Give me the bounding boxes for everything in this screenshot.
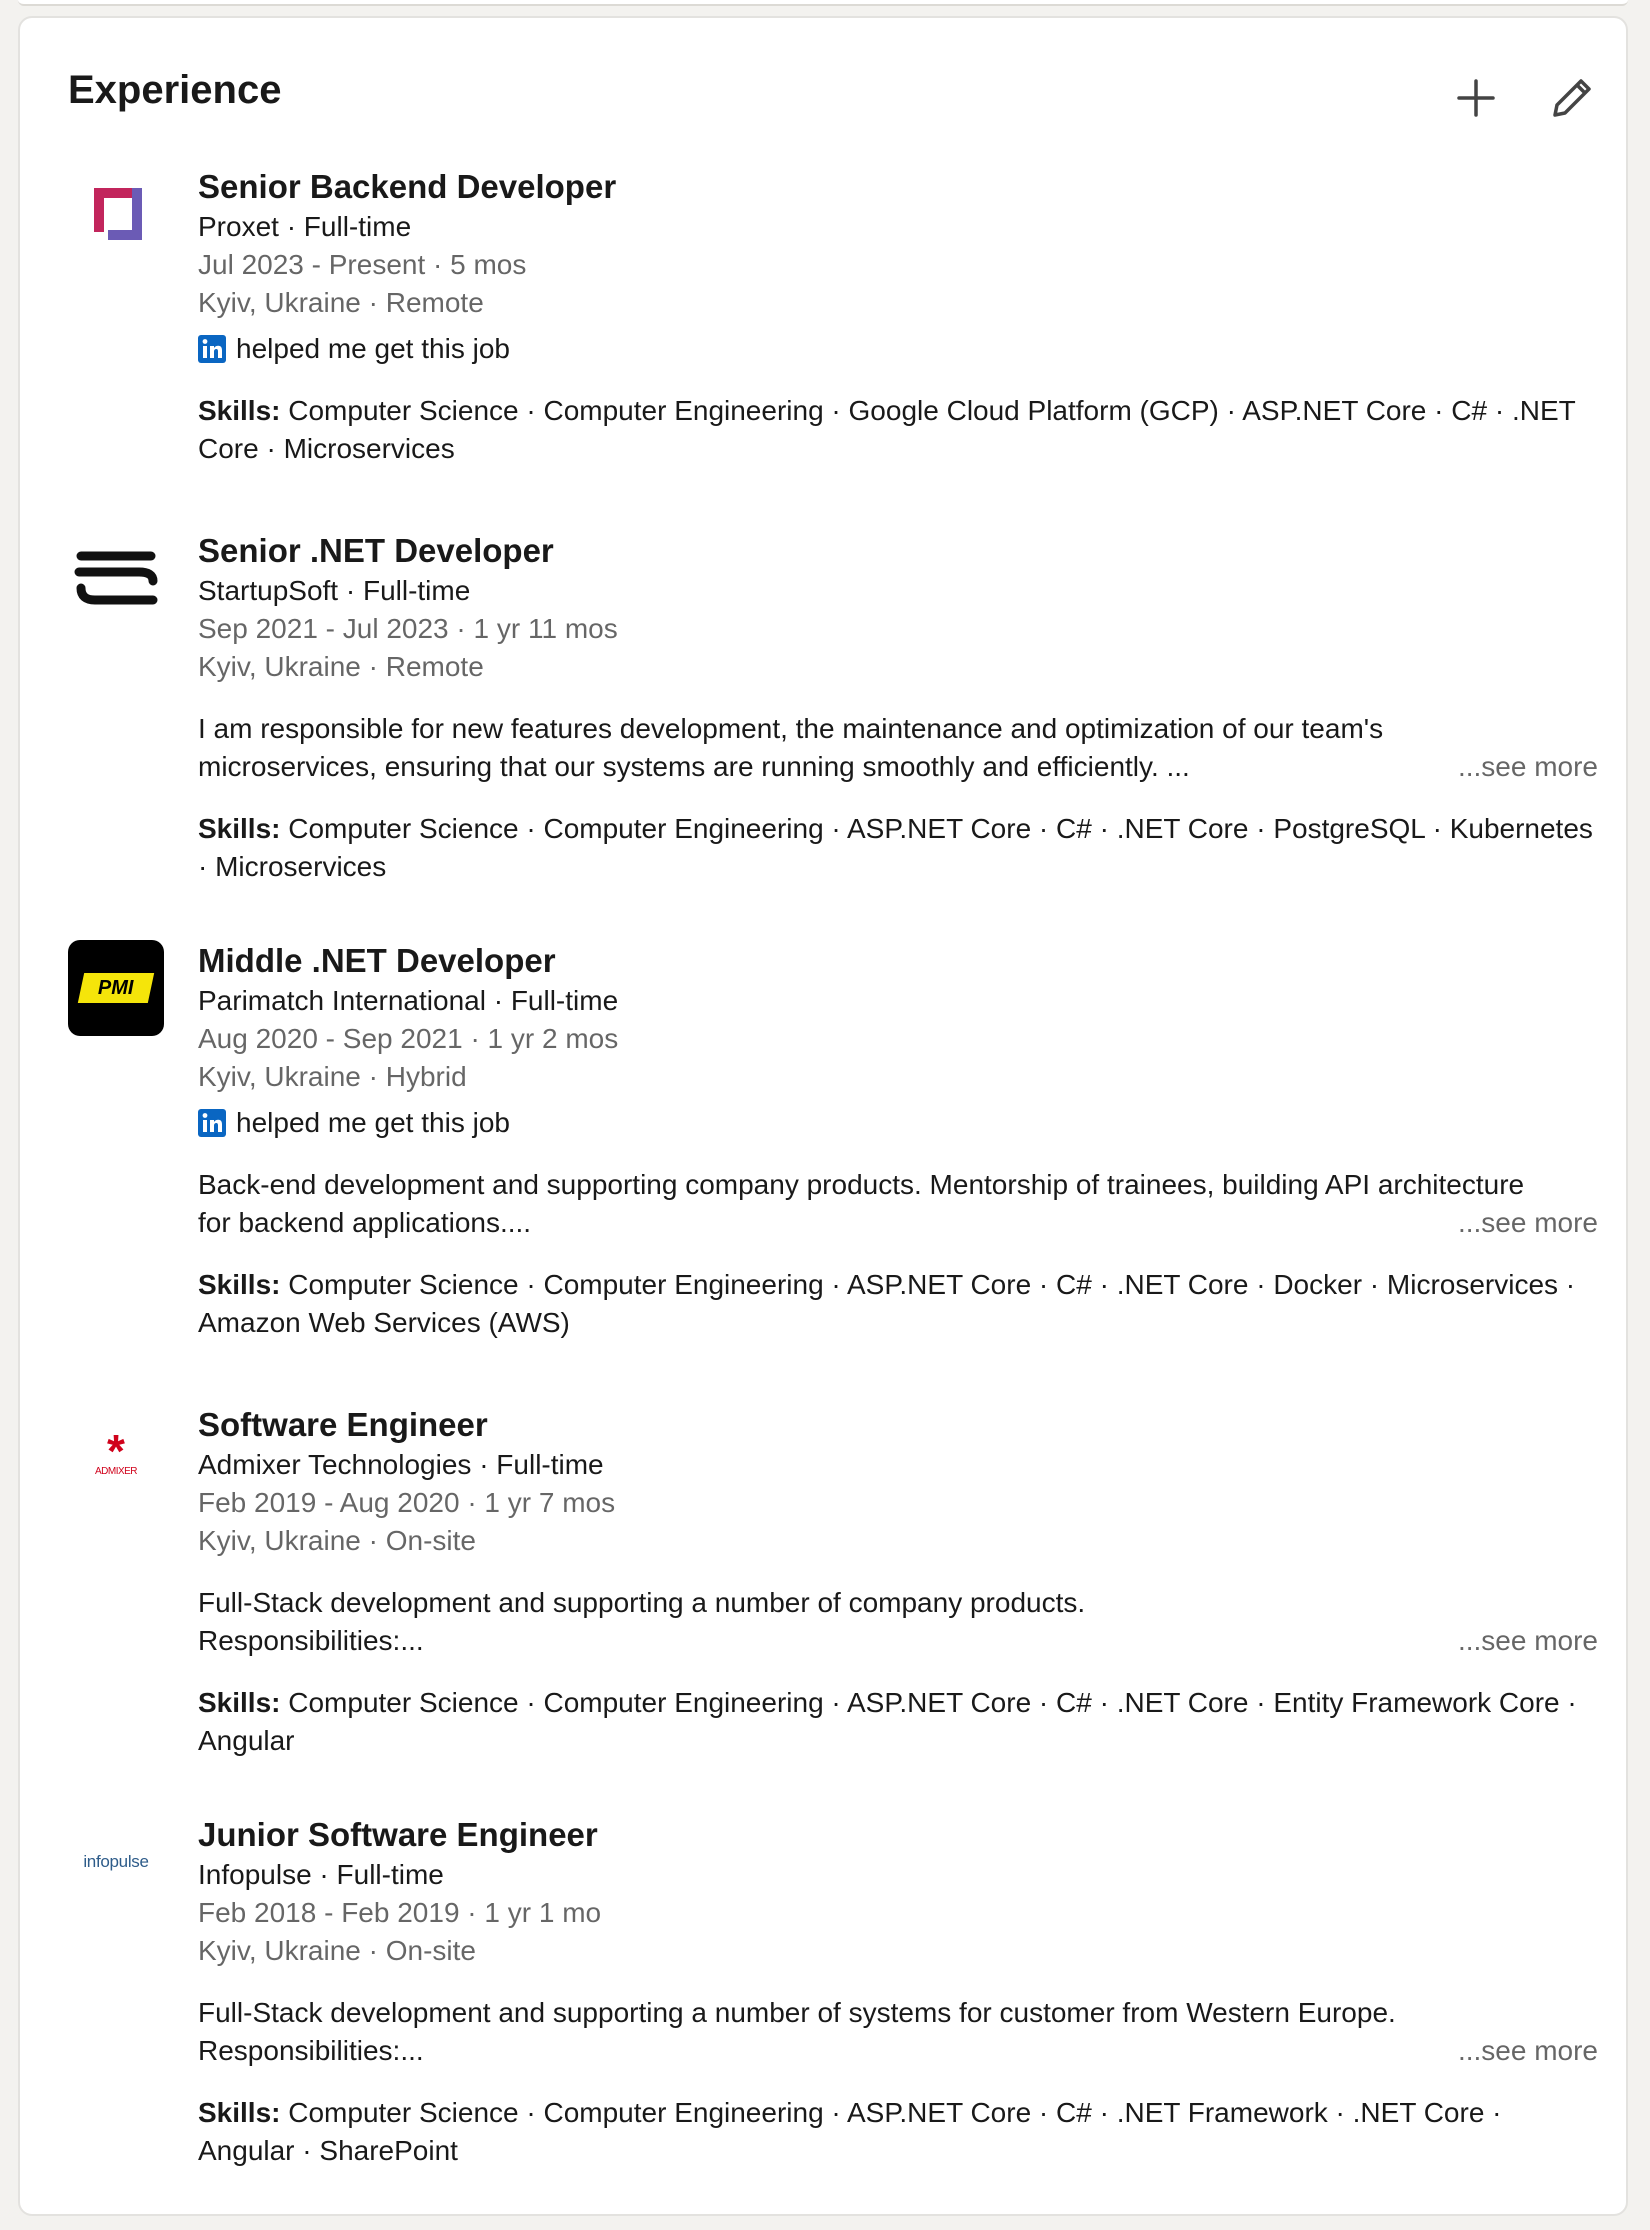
job-location: Kyiv, Ukraine · On-site xyxy=(198,1935,476,1966)
skills-text: Computer Science · Computer Engineering … xyxy=(198,813,1593,882)
edit-experience-button[interactable] xyxy=(1534,60,1610,136)
skills-text: Computer Science · Computer Engineering … xyxy=(198,1687,1577,1756)
company-name: Proxet · Full-time xyxy=(198,211,412,242)
helped-get-job: helped me get this job xyxy=(198,330,1598,368)
employment-dates: Jul 2023 - Present · 5 mos xyxy=(198,249,527,280)
skills-list: Skills: Computer Science · Computer Engi… xyxy=(198,392,1598,468)
description-line: I am responsible for new features develo… xyxy=(198,713,1384,744)
description-line: Responsibilities:... xyxy=(198,1625,424,1656)
helped-text: helped me get this job xyxy=(236,333,510,364)
infopulse-logo[interactable]: infopulse xyxy=(68,1814,164,1910)
description-line: Back-end development and supporting comp… xyxy=(198,1169,1525,1200)
startupsoft-logo-icon xyxy=(74,551,158,605)
startupsoft-logo[interactable] xyxy=(68,530,164,626)
asterisk-icon: * xyxy=(107,1424,125,1477)
see-more-button[interactable]: ...see more xyxy=(1458,1622,1598,1660)
employment-dates: Feb 2019 - Aug 2020 · 1 yr 7 mos xyxy=(198,1487,616,1518)
admixer-logo[interactable]: * ADMIXER xyxy=(68,1404,164,1500)
section-title: Experience xyxy=(68,68,282,112)
linkedin-icon xyxy=(198,1109,226,1137)
skills-label: Skills: xyxy=(198,395,281,426)
job-title[interactable]: Senior .NET Developer xyxy=(198,530,1598,572)
skills-label: Skills: xyxy=(198,2097,281,2128)
job-location: Kyiv, Ukraine · On-site xyxy=(198,1525,476,1556)
infopulse-logo-text: infopulse xyxy=(83,1852,149,1871)
skills-label: Skills: xyxy=(198,1269,281,1300)
proxet-logo[interactable] xyxy=(68,166,164,262)
description-line: Full-Stack development and supporting a … xyxy=(198,1587,1086,1618)
description-line: Full-Stack development and supporting a … xyxy=(198,1997,1396,2028)
job-location: Kyiv, Ukraine · Remote xyxy=(198,651,484,682)
job-description: Full-Stack development and supporting a … xyxy=(198,1584,1598,1660)
pmi-logo-text: PMI xyxy=(98,976,134,999)
job-location: Kyiv, Ukraine · Hybrid xyxy=(198,1061,467,1092)
see-more-button[interactable]: ...see more xyxy=(1458,2032,1598,2070)
company-name: Admixer Technologies · Full-time xyxy=(198,1449,604,1480)
employment-dates: Aug 2020 - Sep 2021 · 1 yr 2 mos xyxy=(198,1023,619,1054)
company-name: StartupSoft · Full-time xyxy=(198,575,471,606)
skills-list: Skills: Computer Science · Computer Engi… xyxy=(198,1684,1598,1760)
pencil-icon xyxy=(1553,79,1591,117)
job-location: Kyiv, Ukraine · Remote xyxy=(198,287,484,318)
skills-label: Skills: xyxy=(198,813,281,844)
plus-icon xyxy=(1457,79,1495,117)
company-name: Parimatch International · Full-time xyxy=(198,985,619,1016)
job-description: Back-end development and supporting comp… xyxy=(198,1166,1598,1242)
skills-text: Computer Science · Computer Engineering … xyxy=(198,395,1576,464)
linkedin-icon xyxy=(198,335,226,363)
add-experience-button[interactable] xyxy=(1438,60,1514,136)
company-name: Infopulse · Full-time xyxy=(198,1859,444,1890)
job-description: Full-Stack development and supporting a … xyxy=(198,1994,1598,2070)
job-title[interactable]: Junior Software Engineer xyxy=(198,1814,1598,1856)
job-title[interactable]: Middle .NET Developer xyxy=(198,940,1598,982)
skills-label: Skills: xyxy=(198,1687,281,1718)
previous-card-edge xyxy=(18,0,1628,6)
employment-dates: Sep 2021 - Jul 2023 · 1 yr 11 mos xyxy=(198,613,618,644)
description-line: Responsibilities:... xyxy=(198,2035,424,2066)
skills-list: Skills: Computer Science · Computer Engi… xyxy=(198,2094,1598,2170)
see-more-button[interactable]: ...see more xyxy=(1458,748,1598,786)
see-more-button[interactable]: ...see more xyxy=(1458,1204,1598,1242)
skills-list: Skills: Computer Science · Computer Engi… xyxy=(198,810,1598,886)
employment-dates: Feb 2018 - Feb 2019 · 1 yr 1 mo xyxy=(198,1897,602,1928)
skills-list: Skills: Computer Science · Computer Engi… xyxy=(198,1266,1598,1342)
experience-card: Experience Senior Backend Developer Prox… xyxy=(18,16,1628,2216)
description-line: for backend applications.... xyxy=(198,1207,532,1238)
admixer-logo-text: ADMIXER xyxy=(94,1465,138,1477)
job-title[interactable]: Software Engineer xyxy=(198,1404,1598,1446)
skills-text: Computer Science · Computer Engineering … xyxy=(198,1269,1576,1338)
skills-text: Computer Science · Computer Engineering … xyxy=(198,2097,1502,2166)
job-description: I am responsible for new features develo… xyxy=(198,710,1598,786)
job-title[interactable]: Senior Backend Developer xyxy=(198,166,1598,208)
pmi-logo[interactable]: PMI xyxy=(68,940,164,1036)
helped-get-job: helped me get this job xyxy=(198,1104,1598,1142)
description-line: microservices, ensuring that our systems… xyxy=(198,751,1190,782)
proxet-logo-icon xyxy=(94,188,142,240)
helped-text: helped me get this job xyxy=(236,1107,510,1138)
